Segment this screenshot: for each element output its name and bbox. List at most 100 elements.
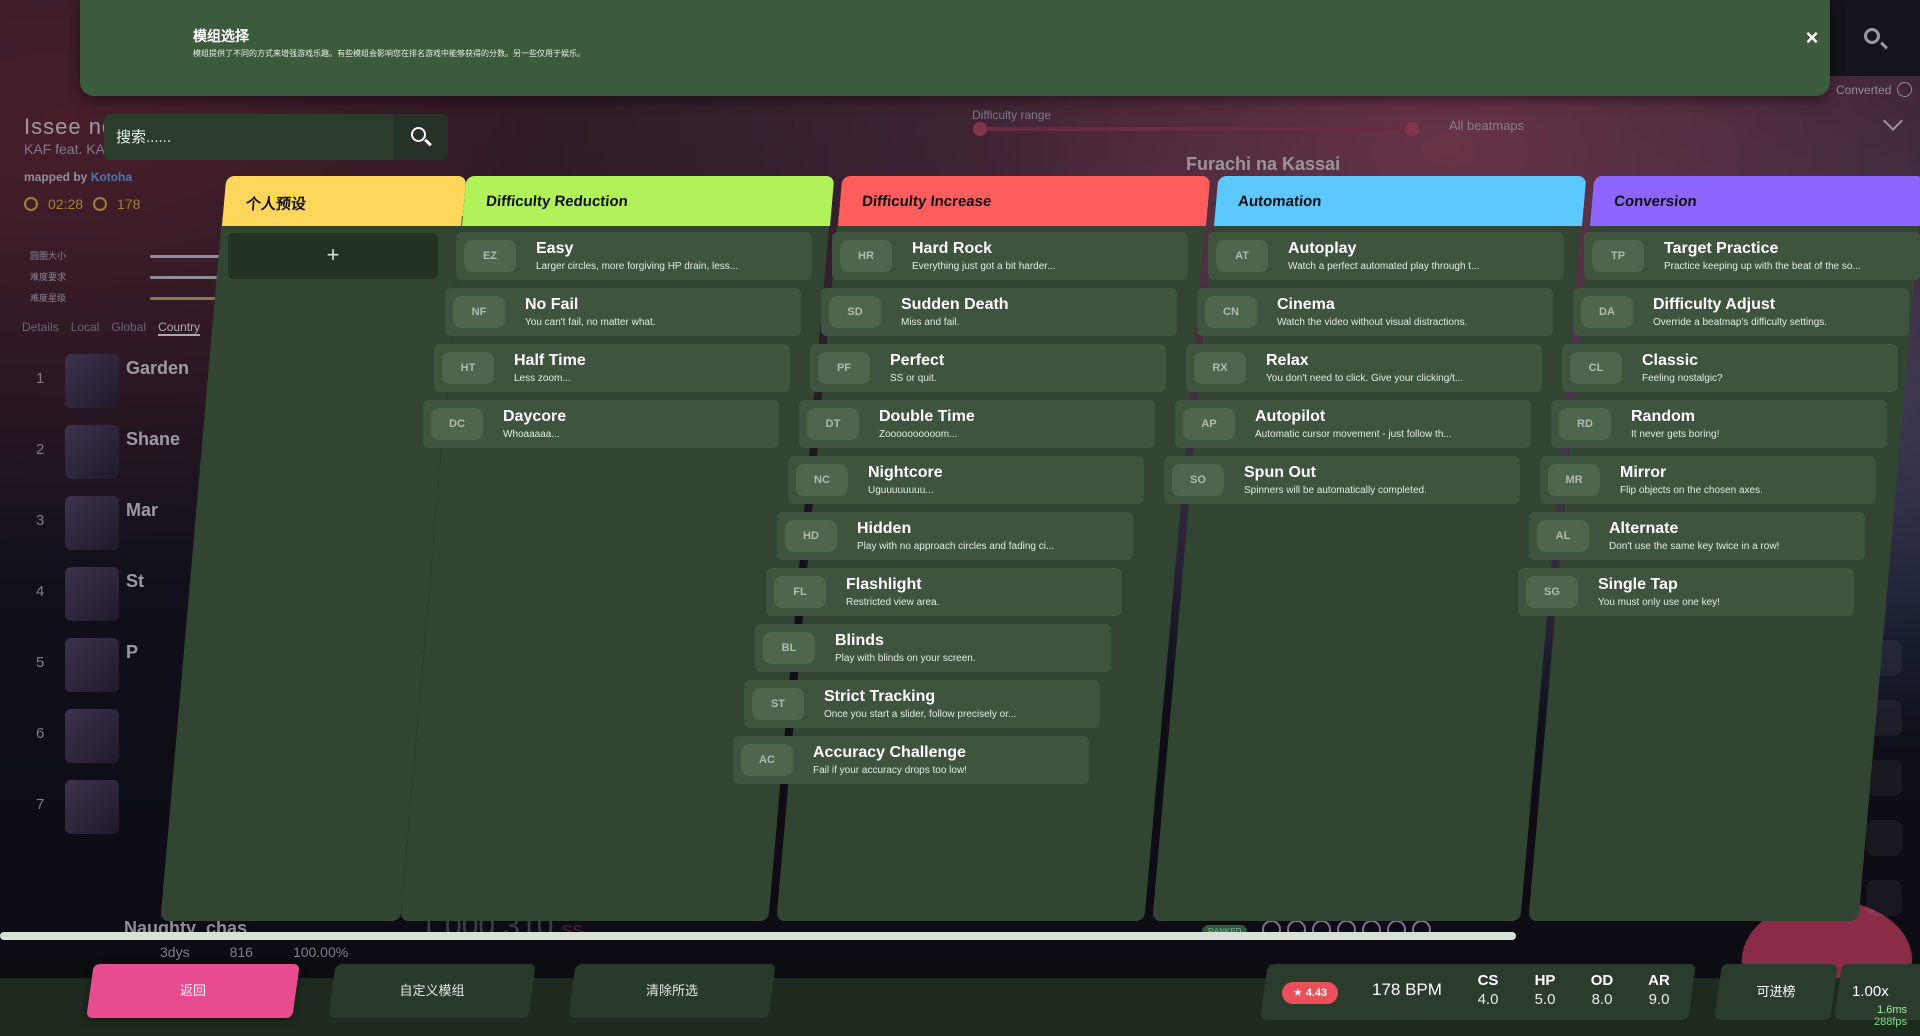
customize-mods-label: 自定义模组 — [399, 983, 465, 998]
mod-name: Difficulty Adjust — [1653, 296, 1776, 313]
column-header: Difficulty Increase — [838, 176, 1211, 226]
stat-ar: AR 9.0 — [1639, 972, 1679, 1008]
mod-ez[interactable]: EZ Easy Larger circles, more forgiving HP … — [456, 232, 812, 280]
mod-name: Hidden — [857, 520, 912, 537]
mod-icon: AT — [1216, 240, 1268, 272]
column-title: Conversion — [1613, 193, 1698, 210]
mod-al[interactable]: AL Alternate Don't use the same key twice … — [1529, 512, 1865, 560]
column-header: Conversion — [1590, 176, 1920, 226]
stat-od: OD 8.0 — [1582, 972, 1622, 1008]
mod-so[interactable]: SO Spun Out Spinners will be automatically… — [1164, 456, 1520, 504]
mod-icon: HR — [840, 240, 892, 272]
mod-st[interactable]: ST Strict Tracking Once you start a slider… — [744, 680, 1100, 728]
column-header: Difficulty Reduction — [462, 176, 835, 226]
mod-fl[interactable]: FL Flashlight Restricted view area. — [766, 568, 1122, 616]
mod-description: Feeling nostalgic? — [1642, 373, 1723, 384]
mod-description: Practice keeping up with the beat of the… — [1664, 261, 1861, 272]
mod-icon: HD — [785, 520, 837, 552]
search-button[interactable] — [394, 114, 448, 160]
mod-description: Zoooooooooom... — [879, 429, 958, 440]
frame-time: 1.6ms — [1877, 1004, 1908, 1016]
fps-value: 288fps — [1874, 1016, 1908, 1028]
close-button[interactable]: × — [1800, 26, 1824, 50]
column-title: Difficulty Reduction — [485, 193, 629, 210]
mod-cn[interactable]: CN Cinema Watch the video without visual d… — [1197, 288, 1553, 336]
mod-description: SS or quit. — [890, 373, 937, 384]
search-box — [104, 114, 448, 160]
mod-icon: AL — [1537, 520, 1589, 552]
ranked-status-button[interactable]: 可进榜 — [1714, 964, 1838, 1020]
mod-nc[interactable]: NC Nightcore Uguuuuuuuu... — [788, 456, 1144, 504]
mod-icon: CN — [1205, 296, 1257, 328]
mod-dt[interactable]: DT Double Time Zoooooooooom... — [799, 400, 1155, 448]
back-button[interactable]: 返回 — [86, 964, 300, 1018]
mod-name: No Fail — [525, 296, 579, 313]
mod-icon: DT — [807, 408, 859, 440]
mod-rx[interactable]: RX Relax You don't need to click. Give you… — [1186, 344, 1542, 392]
mod-icon: BL — [763, 632, 815, 664]
mod-name: Random — [1631, 408, 1695, 425]
mod-ap[interactable]: AP Autopilot Automatic cursor movement - j… — [1175, 400, 1531, 448]
stat-key: HP — [1534, 972, 1556, 989]
mod-name: Autoplay — [1288, 240, 1357, 257]
mod-dc[interactable]: DC Daycore Whoaaaaa... — [423, 400, 779, 448]
mod-rd[interactable]: RD Random It never gets boring! — [1551, 400, 1887, 448]
search-input[interactable] — [116, 114, 396, 160]
add-preset-button[interactable]: + — [228, 233, 438, 279]
clear-selection-label: 清除所选 — [645, 983, 698, 998]
mod-description: You must only use one key! — [1598, 597, 1720, 608]
mod-tp[interactable]: TP Target Practice Practice keeping up wit… — [1584, 232, 1920, 280]
mod-hr[interactable]: HR Hard Rock Everything just got a bit har… — [832, 232, 1188, 280]
mod-name: Half Time — [514, 352, 586, 369]
mod-description: Play with blinds on your screen. — [835, 653, 976, 664]
mod-icon: HT — [442, 352, 494, 384]
mod-pf[interactable]: PF Perfect SS or quit. — [810, 344, 1166, 392]
mod-ac[interactable]: AC Accuracy Challenge Fail if your accurac… — [733, 736, 1089, 784]
mod-icon: CL — [1570, 352, 1622, 384]
mod-name: Classic — [1642, 352, 1699, 369]
mod-at[interactable]: AT Autoplay Watch a perfect automated play… — [1208, 232, 1564, 280]
mod-description: You can't fail, no matter what. — [525, 317, 656, 328]
mod-icon: PF — [818, 352, 870, 384]
mod-icon: DA — [1581, 296, 1633, 328]
mod-name: Easy — [536, 240, 574, 257]
mod-icon: MR — [1548, 464, 1600, 496]
mod-mr[interactable]: MR Mirror Flip objects on the chosen axes. — [1540, 456, 1876, 504]
mod-name: Spun Out — [1244, 464, 1316, 481]
bpm-value: 178 BPM — [1372, 980, 1442, 999]
mod-hd[interactable]: HD Hidden Play with no approach circles an… — [777, 512, 1133, 560]
mod-description: Uguuuuuuuu... — [868, 485, 934, 496]
back-button-label: 返回 — [179, 983, 206, 998]
column-header: 个人预设 — [222, 176, 467, 226]
customize-mods-button[interactable]: 自定义模组 — [328, 964, 536, 1018]
mod-da[interactable]: DA Difficulty Adjust Override a beatmap's … — [1573, 288, 1909, 336]
horizontal-scrollbar[interactable] — [0, 932, 1516, 940]
mod-description: Less zoom... — [514, 373, 571, 384]
clear-selection-button[interactable]: 清除所选 — [568, 964, 776, 1018]
mod-nf[interactable]: NF No Fail You can't fail, no matter what. — [445, 288, 801, 336]
mod-name: Single Tap — [1598, 576, 1678, 593]
mod-name: Alternate — [1609, 520, 1679, 537]
mod-name: Strict Tracking — [824, 688, 936, 705]
mod-name: Accuracy Challenge — [813, 744, 966, 761]
column-title: 个人预设 — [245, 196, 307, 213]
mod-description: Watch a perfect automated play through t… — [1288, 261, 1480, 272]
search-icon — [411, 127, 426, 142]
mod-cl[interactable]: CL Classic Feeling nostalgic? — [1562, 344, 1898, 392]
mod-sg[interactable]: SG Single Tap You must only use one key! — [1518, 568, 1854, 616]
mod-icon: TP — [1592, 240, 1644, 272]
mod-icon: RX — [1194, 352, 1246, 384]
stat-hp: HP 5.0 — [1525, 972, 1565, 1008]
mod-name: Daycore — [503, 408, 567, 425]
mod-icon: AC — [741, 744, 793, 776]
mod-bl[interactable]: BL Blinds Play with blinds on your screen. — [755, 624, 1111, 672]
mod-sd[interactable]: SD Sudden Death Miss and fail. — [821, 288, 1177, 336]
mod-ht[interactable]: HT Half Time Less zoom... — [434, 344, 790, 392]
mod-description: Whoaaaaa... — [503, 429, 560, 440]
column-title: Automation — [1237, 193, 1323, 210]
mod-description: Play with no approach circles and fading… — [857, 541, 1055, 552]
stat-key: AR — [1648, 972, 1670, 989]
star-rating-badge: ★ 4.43 — [1282, 982, 1338, 1004]
mod-icon: NF — [453, 296, 505, 328]
stat-value: 5.0 — [1534, 991, 1556, 1008]
